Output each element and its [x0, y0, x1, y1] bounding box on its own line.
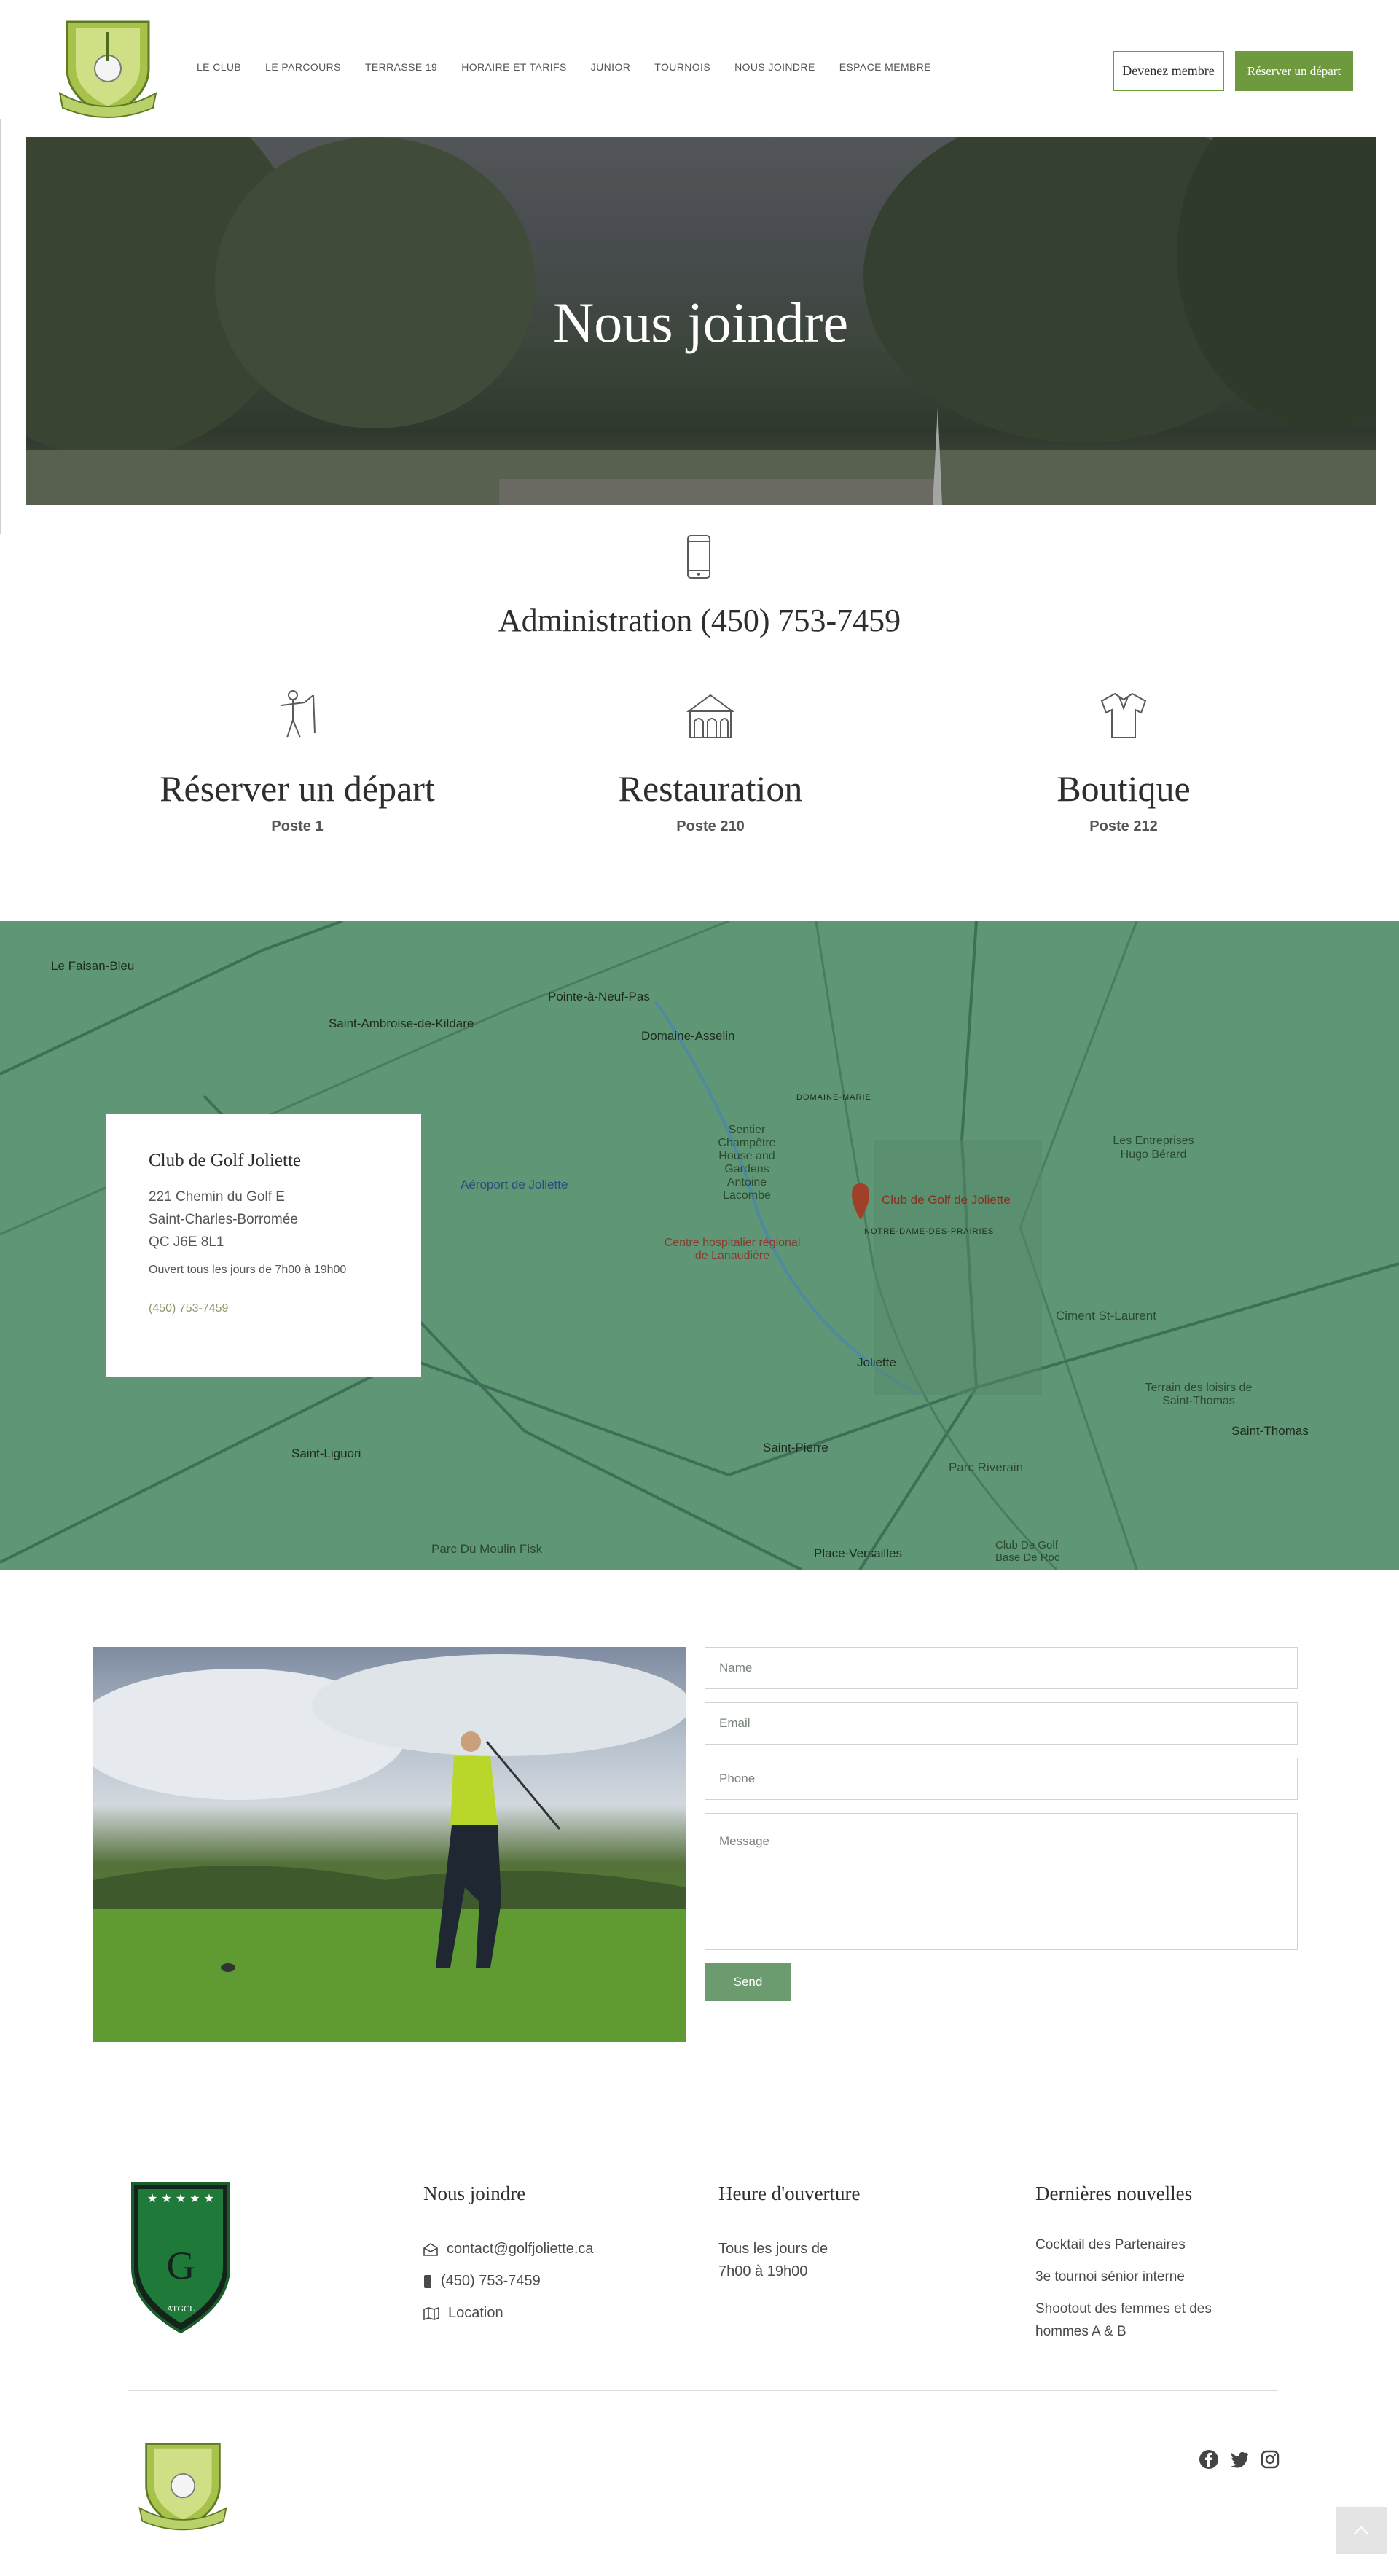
footer-hours-title: Heure d'ouverture: [718, 2182, 861, 2204]
news-link[interactable]: Cocktail des Partenaires: [1035, 2234, 1254, 2256]
address-line: 221 Chemin du Golf E: [149, 1189, 285, 1205]
map-label: Les Entreprises Hugo Bérard: [1113, 1135, 1194, 1161]
polo-shirt-icon: [1100, 692, 1147, 738]
message-textarea[interactable]: Message: [705, 1813, 1298, 1950]
nav-le-parcours[interactable]: LE PARCOURS: [265, 61, 341, 73]
news-link[interactable]: 3e tournoi sénior interne: [1035, 2266, 1254, 2288]
map-label: Club de Golf de Joliette: [882, 1193, 1011, 1207]
column-title: Boutique: [1057, 768, 1191, 809]
devenez-membre-button[interactable]: Devenez membre: [1113, 51, 1224, 91]
atgcl-badge-logo: ★ ★ ★ ★ ★ G ATGCL: [131, 2182, 230, 2334]
footer-news-title: Dernières nouvelles: [1035, 2182, 1193, 2204]
map-label: Aéroport de Joliette: [461, 1178, 568, 1191]
location-card: Club de Golf Joliette 221 Chemin du Golf…: [106, 1114, 421, 1377]
map-label: Centre hospitalier régional de Lanaudièr…: [664, 1237, 801, 1262]
name-input[interactable]: Name: [705, 1647, 1298, 1689]
twitter-icon[interactable]: [1229, 2449, 1250, 2470]
map-label: Joliette: [857, 1355, 896, 1369]
main-nav: LE CLUB LE PARCOURS TERRASSE 19 HORAIRE …: [197, 61, 931, 73]
map-label: Sentier Champêtre House and Gardens Anto…: [718, 1124, 776, 1202]
administration-phone: Administration (450) 753-7459: [498, 603, 901, 638]
map-label: Club De Golf Base De Roc: [995, 1539, 1060, 1564]
map-label: Pointe-à-Neuf-Pas: [548, 990, 650, 1003]
nav-terrasse-19[interactable]: TERRASSE 19: [365, 61, 437, 73]
map-label: Le Faisan-Bleu: [51, 959, 135, 973]
contact-column-restauration: Restauration Poste 210: [528, 689, 893, 835]
contact-column-boutique: Boutique Poste 212: [941, 689, 1306, 835]
badge-text: ATGCL: [167, 2303, 195, 2314]
email-input[interactable]: Email: [705, 1702, 1298, 1745]
reserver-depart-button[interactable]: Réserver un départ: [1235, 51, 1353, 91]
nav-junior[interactable]: JUNIOR: [591, 61, 631, 73]
nav-espace-membre[interactable]: ESPACE MEMBRE: [839, 61, 931, 73]
club-address: 221 Chemin du Golf E Saint-Charles-Borro…: [149, 1186, 379, 1253]
footer-email: contact@golfjoliette.ca: [447, 2241, 594, 2257]
footer-location-link[interactable]: Location: [423, 2302, 594, 2325]
footer-phone-link[interactable]: (450) 753-7459: [423, 2270, 594, 2293]
chevron-up-icon: [1353, 2526, 1369, 2535]
address-line: QC J6E 8L1: [149, 1234, 224, 1250]
map-label: Saint-Pierre: [763, 1441, 828, 1455]
club-hours: Ouvert tous les jours de 7h00 à 19h00: [149, 1264, 347, 1276]
footer-hours-line: 7h00 à 19h00: [718, 2263, 808, 2279]
map-label: Saint-Ambroise-de-Kildare: [329, 1017, 474, 1030]
nav-nous-joindre[interactable]: NOUS JOINDRE: [734, 61, 815, 73]
map-label: DOMAINE-MARIE: [796, 1093, 871, 1102]
svg-text:★ ★ ★ ★ ★: ★ ★ ★ ★ ★: [147, 2191, 214, 2205]
envelope-icon: [423, 2242, 438, 2256]
contact-column-reserver: Réserver un départ Poste 1: [115, 689, 479, 835]
footer-hours-line: Tous les jours de: [718, 2241, 828, 2257]
map-label: Saint-Thomas: [1231, 1424, 1309, 1438]
map-label: Saint-Liguori: [291, 1446, 361, 1460]
map-label: Terrain des loisirs de Saint-Thomas: [1145, 1382, 1253, 1407]
golf-joliette-footer-logo[interactable]: [137, 2440, 229, 2533]
golf-joliette-logo[interactable]: [57, 17, 159, 121]
news-link[interactable]: Shootout des femmes et des hommes A & B: [1035, 2298, 1254, 2343]
divider: [0, 119, 1, 534]
footer-contact-title: Nous joindre: [423, 2182, 526, 2204]
instagram-icon[interactable]: [1260, 2449, 1280, 2470]
footer-hours-column: Heure d'ouverture Tous les jours de 7h00…: [718, 2182, 861, 2293]
mobile-phone-icon: [687, 535, 710, 579]
golfer-icon: [281, 690, 316, 738]
map-label: Ciment St-Laurent: [1056, 1309, 1156, 1323]
golfer-photo: [93, 1647, 686, 2042]
footer-contact-column: Nous joindre contact@golfjoliette.ca (45…: [423, 2182, 594, 2334]
map-label: Domaine-Asselin: [641, 1029, 735, 1043]
map-label: Parc Du Moulin Fisk: [431, 1542, 543, 1556]
social-links: [1199, 2449, 1280, 2470]
map-icon: [423, 2306, 439, 2320]
address-line: Saint-Charles-Borromée: [149, 1212, 298, 1227]
column-title: Réserver un départ: [160, 768, 435, 809]
column-poste: Poste 210: [676, 818, 745, 834]
map-label: Place-Versailles: [814, 1546, 902, 1560]
send-button[interactable]: Send: [705, 1963, 791, 2001]
footer-email-link[interactable]: contact@golfjoliette.ca: [423, 2238, 594, 2260]
footer-divider: [128, 2390, 1278, 2391]
nav-le-club[interactable]: LE CLUB: [197, 61, 241, 73]
hero-banner: Nous joindre: [26, 137, 1376, 505]
clubhouse-icon: [686, 694, 735, 738]
nav-tournois[interactable]: TOURNOIS: [654, 61, 710, 73]
nav-horaire-et-tarifs[interactable]: HORAIRE ET TARIFS: [461, 61, 567, 73]
scroll-to-top-button[interactable]: [1336, 2507, 1387, 2554]
column-poste: Poste 212: [1089, 818, 1158, 834]
map-label: Parc Riverain: [949, 1460, 1024, 1474]
phone-input[interactable]: Phone: [705, 1758, 1298, 1800]
column-title: Restauration: [618, 768, 803, 809]
column-poste: Poste 1: [271, 818, 324, 834]
footer-phone: (450) 753-7459: [441, 2273, 541, 2289]
map-label: NOTRE-DAME-DES-PRAIRIES: [864, 1227, 995, 1236]
phone-icon: [424, 2274, 431, 2288]
club-name: Club de Golf Joliette: [149, 1151, 301, 1170]
golfer-image: [93, 1654, 686, 2042]
site-header: LE CLUB LE PARCOURS TERRASSE 19 HORAIRE …: [0, 0, 1399, 138]
page-title: Nous joindre: [552, 291, 849, 354]
badge-letter: G: [167, 2244, 195, 2287]
club-phone-link[interactable]: (450) 753-7459: [149, 1302, 379, 1315]
facebook-icon[interactable]: [1199, 2449, 1219, 2470]
footer-location: Location: [448, 2305, 503, 2321]
footer-news-column: Dernières nouvelles Cocktail des Partena…: [1035, 2182, 1254, 2352]
